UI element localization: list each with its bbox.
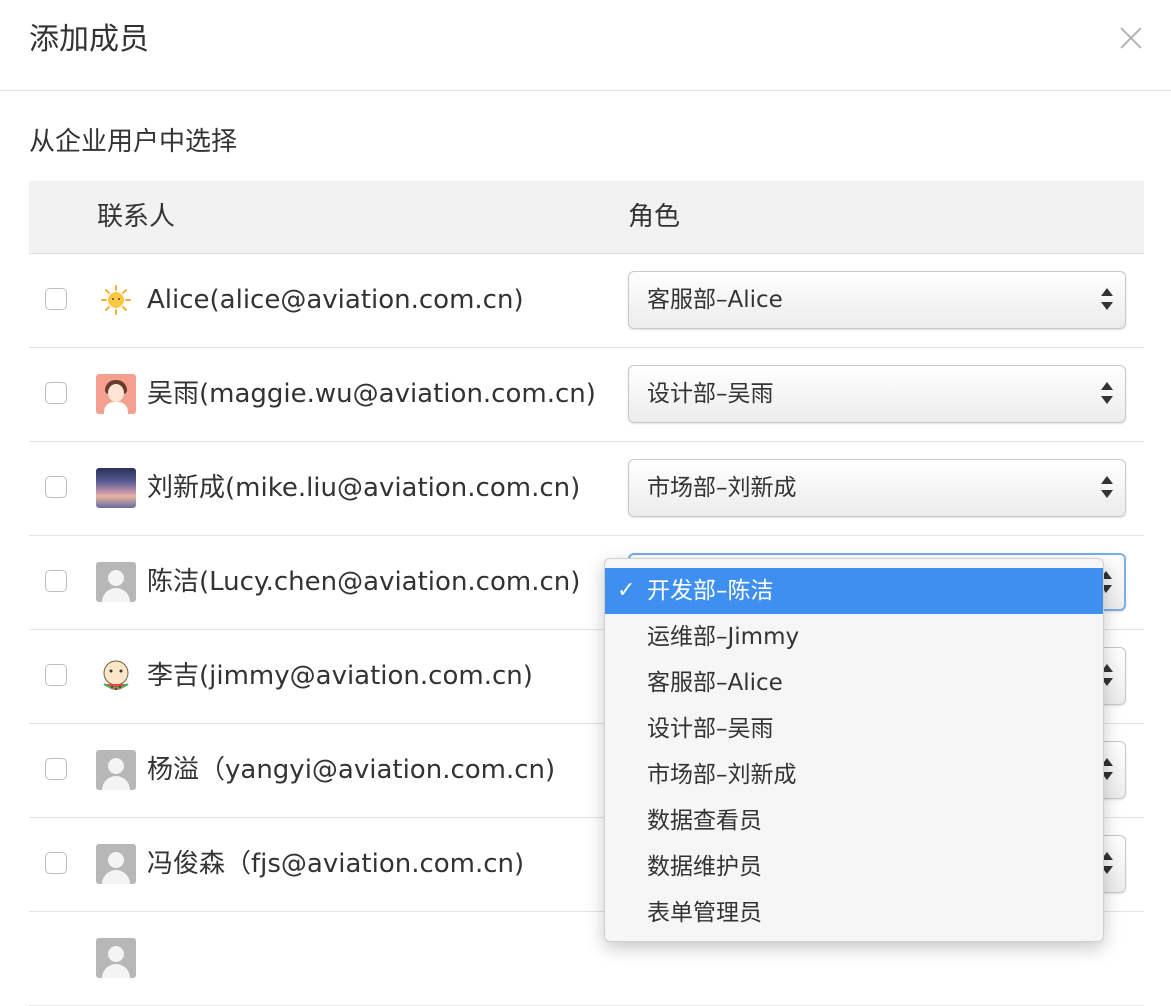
option-label: 开发部–陈洁 <box>647 578 774 604</box>
option-label: 数据查看员 <box>647 808 762 834</box>
dropdown-option[interactable]: 设计部–吴雨 <box>605 706 1103 752</box>
dropdown-option[interactable]: 数据查看员 <box>605 798 1103 844</box>
row-checkbox[interactable] <box>45 758 67 780</box>
select-arrows-icon <box>1101 288 1113 314</box>
dialog-title: 添加成员 <box>29 22 149 57</box>
option-label: 设计部–吴雨 <box>647 716 774 742</box>
role-select[interactable]: 客服部–Alice <box>628 271 1126 329</box>
contact-name: Alice(alice@aviation.com.cn) <box>147 285 524 315</box>
dropdown-option[interactable]: 数据维护员 <box>605 844 1103 890</box>
role-select-value: 市场部–刘新成 <box>647 475 797 501</box>
close-icon[interactable] <box>1113 20 1149 56</box>
role-select-value: 设计部–吴雨 <box>647 381 774 407</box>
default-user-avatar <box>96 562 136 602</box>
girl-avatar <box>96 374 136 414</box>
row-checkbox[interactable] <box>45 852 67 874</box>
option-label: 表单管理员 <box>647 900 762 926</box>
table-row: Alice(alice@aviation.com.cn) 客服部–Alice <box>29 254 1144 348</box>
column-header-contact: 联系人 <box>97 202 176 232</box>
option-label: 运维部–Jimmy <box>647 624 800 650</box>
dropdown-option[interactable]: 表单管理员 <box>605 890 1103 936</box>
role-select[interactable]: 市场部–刘新成 <box>628 459 1126 517</box>
column-header-role: 角色 <box>628 202 681 232</box>
default-user-avatar <box>96 750 136 790</box>
row-checkbox[interactable] <box>45 288 67 310</box>
dropdown-option[interactable]: ✓ 开发部–陈洁 <box>605 568 1103 614</box>
select-arrows-icon <box>1101 382 1113 408</box>
contact-name: 吴雨(maggie.wu@aviation.com.cn) <box>147 379 596 409</box>
contact-name: 杨溢（yangyi@aviation.com.cn) <box>147 755 556 785</box>
option-label: 客服部–Alice <box>647 670 783 696</box>
row-checkbox[interactable] <box>45 664 67 686</box>
role-select[interactable]: 设计部–吴雨 <box>628 365 1126 423</box>
default-user-avatar <box>96 938 136 978</box>
watermelon-meme-avatar <box>96 656 136 696</box>
dropdown-option[interactable]: 运维部–Jimmy <box>605 614 1103 660</box>
contact-name: 李吉(jimmy@aviation.com.cn) <box>147 661 533 691</box>
role-dropdown-menu: ✓ 开发部–陈洁 运维部–Jimmy 客服部–Alice 设计部–吴雨 市场部–… <box>604 558 1104 942</box>
contact-name: 陈洁(Lucy.chen@aviation.com.cn) <box>147 567 581 597</box>
role-select-value: 客服部–Alice <box>647 287 783 313</box>
sun-avatar <box>96 280 136 320</box>
contact-name: 冯俊森（fjs@aviation.com.cn) <box>147 849 525 879</box>
default-user-avatar <box>96 844 136 884</box>
table-row: 吴雨(maggie.wu@aviation.com.cn) 设计部–吴雨 <box>29 348 1144 442</box>
option-label: 市场部–刘新成 <box>647 762 797 788</box>
row-checkbox[interactable] <box>45 570 67 592</box>
select-arrows-icon <box>1101 476 1113 502</box>
dropdown-option[interactable]: 市场部–刘新成 <box>605 752 1103 798</box>
sunset-avatar <box>96 468 136 508</box>
table-header: 联系人 角色 <box>29 181 1144 254</box>
dialog-header: 添加成员 <box>0 0 1171 91</box>
option-label: 数据维护员 <box>647 854 762 880</box>
contact-name: 刘新成(mike.liu@aviation.com.cn) <box>147 473 581 503</box>
section-label: 从企业用户中选择 <box>29 127 238 157</box>
row-checkbox[interactable] <box>45 476 67 498</box>
dropdown-option[interactable]: 客服部–Alice <box>605 660 1103 706</box>
table-row: 刘新成(mike.liu@aviation.com.cn) 市场部–刘新成 <box>29 442 1144 536</box>
row-checkbox[interactable] <box>45 382 67 404</box>
checkmark-icon: ✓ <box>617 578 636 603</box>
